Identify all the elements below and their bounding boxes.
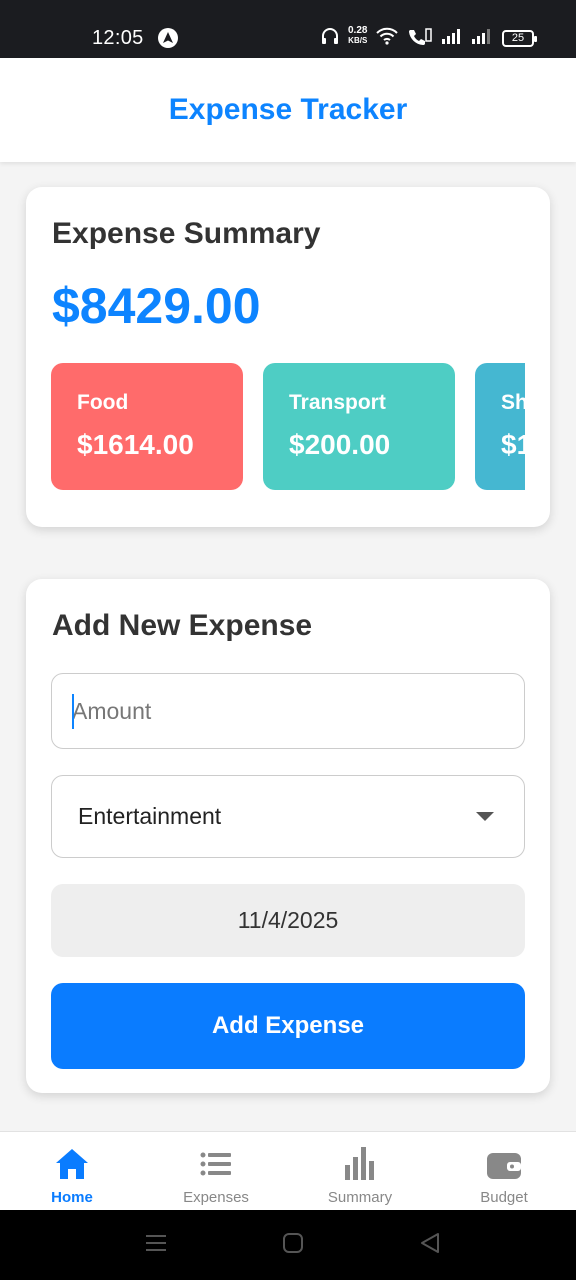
- category-name: Shopping: [501, 391, 525, 414]
- status-time: 12:05: [92, 27, 144, 49]
- category-name: Transport: [289, 391, 386, 414]
- list-icon: [200, 1152, 231, 1176]
- bottom-tab-bar: Home Expenses Summary Budget: [0, 1131, 576, 1210]
- home-nav-icon[interactable]: [283, 1232, 303, 1254]
- amount-input[interactable]: [51, 673, 525, 749]
- tab-label: Expenses: [183, 1189, 249, 1206]
- signal-icon-sim1: [442, 29, 461, 44]
- category-name: Food: [77, 391, 129, 414]
- app-title: Expense Tracker: [168, 93, 408, 126]
- add-expense-card: Add New Expense Entertainment 11/4/2025 …: [26, 579, 550, 1093]
- back-nav-icon[interactable]: [420, 1232, 440, 1254]
- category-amount: $1614.00: [77, 429, 194, 460]
- home-icon: [56, 1149, 88, 1179]
- form-title: Add New Expense: [52, 609, 313, 642]
- text-caret: [72, 694, 74, 729]
- app-header: Expense Tracker: [0, 58, 576, 162]
- tab-expenses[interactable]: Expenses: [144, 1132, 288, 1210]
- category-scroller[interactable]: Food $1614.00 Transport $200.00 Shopping…: [51, 363, 525, 491]
- expense-summary-card: Expense Summary $8429.00 Food $1614.00 T…: [26, 187, 550, 527]
- category-select-value: Entertainment: [78, 803, 222, 829]
- tab-home[interactable]: Home: [0, 1132, 144, 1210]
- wifi-calling-icon: [409, 28, 433, 45]
- summary-title: Expense Summary: [52, 217, 321, 250]
- wallet-icon: [487, 1153, 521, 1179]
- category-select[interactable]: Entertainment: [51, 775, 525, 858]
- tab-label: Budget: [480, 1189, 528, 1206]
- category-card-transport[interactable]: Transport $200.00: [263, 363, 455, 490]
- system-navigation-bar: [0, 1210, 576, 1280]
- category-track: Food $1614.00 Transport $200.00 Shopping…: [51, 363, 525, 490]
- status-bar: 12:05 0.28 KB/S 25: [0, 0, 576, 58]
- network-speed-unit: KB/S: [348, 36, 368, 45]
- battery-indicator: 25: [502, 30, 537, 47]
- status-icons: 0.28 KB/S: [320, 26, 493, 46]
- tab-label: Home: [51, 1189, 93, 1206]
- bar-chart-icon: [345, 1147, 374, 1180]
- date-picker[interactable]: 11/4/2025: [51, 884, 525, 957]
- dropdown-arrow-icon: [476, 812, 494, 821]
- headphones-icon: [322, 28, 338, 44]
- category-card-food[interactable]: Food $1614.00: [51, 363, 243, 490]
- network-speed: 0.28 KB/S: [348, 26, 367, 46]
- summary-total: $8429.00: [52, 278, 261, 334]
- network-speed-value: 0.28: [348, 25, 368, 36]
- tab-budget[interactable]: Budget: [432, 1132, 576, 1210]
- category-amount: $200.00: [289, 429, 391, 460]
- tab-summary[interactable]: Summary: [288, 1132, 432, 1210]
- recent-apps-icon[interactable]: [146, 1232, 166, 1254]
- navigation-app-icon: [158, 28, 178, 48]
- category-amount: $1: [501, 429, 525, 460]
- tab-label: Summary: [327, 1189, 393, 1206]
- category-card-shopping[interactable]: Shopping $1: [475, 363, 525, 490]
- add-expense-button[interactable]: Add Expense: [51, 983, 525, 1069]
- signal-icon-sim2: [472, 29, 491, 44]
- wifi-icon: [376, 27, 399, 45]
